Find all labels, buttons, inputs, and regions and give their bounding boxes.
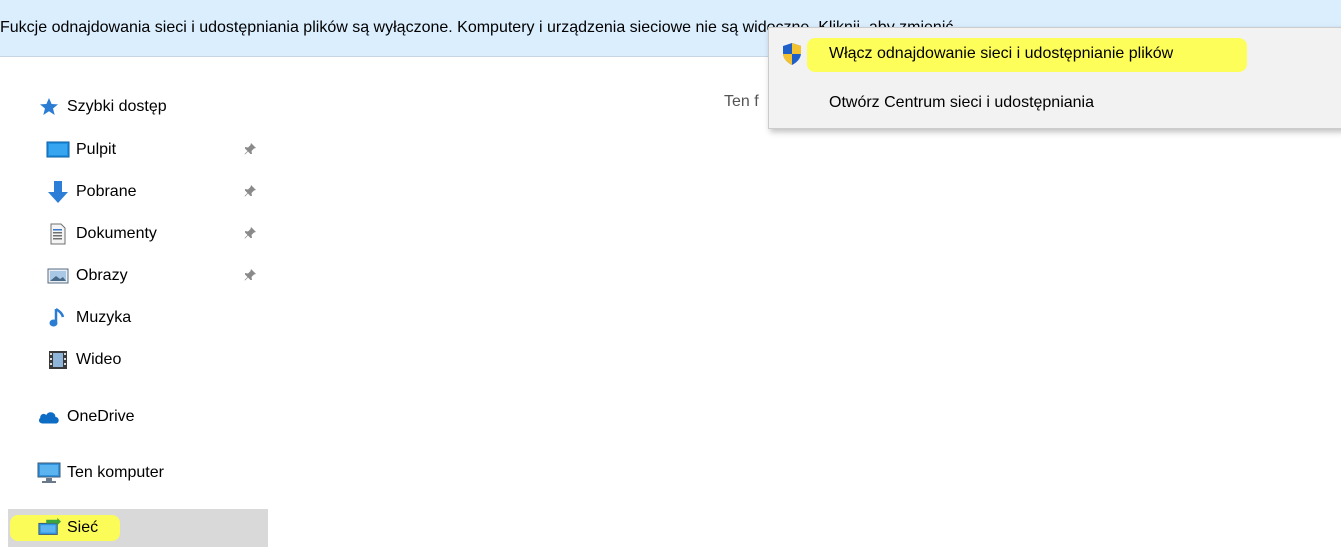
nav-item-dokumenty[interactable]: Dokumenty [0, 215, 268, 253]
music-note-icon [46, 306, 70, 330]
nav-label: Wideo [76, 351, 122, 368]
content-empty-text: Ten f [724, 93, 759, 110]
nav-label: Obrazy [76, 267, 128, 284]
nav-label: Sieć [67, 519, 99, 536]
nav-item-obrazy[interactable]: Obrazy [0, 257, 268, 295]
star-icon [37, 95, 61, 119]
nav-item-wideo[interactable]: Wideo [0, 341, 268, 379]
nav-label: Szybki dostęp [67, 98, 167, 115]
nav-label: Pulpit [76, 141, 117, 158]
nav-label: Muzyka [76, 309, 132, 326]
context-menu: Włącz odnajdowanie sieci i udostępnianie… [768, 27, 1341, 129]
nav-item-pobrane[interactable]: Pobrane [0, 173, 268, 211]
cloud-icon [37, 405, 61, 429]
nav-item-ten-komputer[interactable]: Ten komputer [0, 454, 268, 492]
nav-label: Pobrane [76, 183, 137, 200]
pin-icon[interactable] [243, 226, 257, 245]
menu-item-label: Otwórz Centrum sieci i udostępniania [829, 94, 1095, 111]
computer-icon [37, 461, 61, 485]
menu-item-enable-discovery[interactable]: Włącz odnajdowanie sieci i udostępnianie… [769, 31, 1341, 77]
network-icon [37, 516, 61, 540]
nav-item-onedrive[interactable]: OneDrive [0, 398, 268, 436]
navigation-pane: Szybki dostęp Pulpit Pobrane Dokumenty O… [0, 57, 268, 552]
document-icon [46, 222, 70, 246]
download-arrow-icon [46, 180, 70, 204]
nav-label: Dokumenty [76, 225, 157, 242]
pin-icon[interactable] [243, 184, 257, 203]
pin-icon[interactable] [243, 268, 257, 287]
nav-item-pulpit[interactable]: Pulpit [0, 131, 268, 169]
nav-quick-access[interactable]: Szybki dostęp [0, 88, 268, 126]
film-icon [46, 348, 70, 372]
nav-label: OneDrive [67, 408, 135, 425]
uac-shield-icon [781, 42, 803, 71]
nav-item-muzyka[interactable]: Muzyka [0, 299, 268, 337]
highlight-marker [10, 515, 120, 541]
menu-item-open-network-center[interactable]: Otwórz Centrum sieci i udostępniania [769, 80, 1341, 126]
pin-icon[interactable] [243, 142, 257, 161]
menu-item-label: Włącz odnajdowanie sieci i udostępnianie… [829, 45, 1174, 62]
pictures-icon [46, 264, 70, 288]
nav-label: Ten komputer [67, 464, 164, 481]
desktop-icon [46, 138, 70, 162]
nav-item-siec[interactable]: Sieć [8, 509, 268, 547]
